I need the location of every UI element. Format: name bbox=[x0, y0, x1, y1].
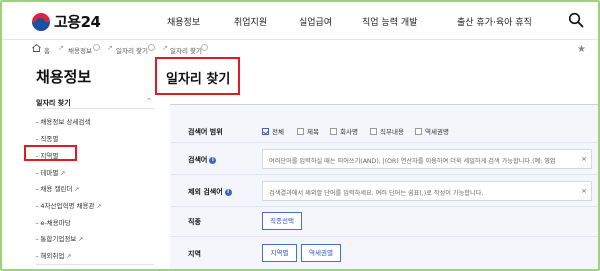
breadcrumb: 홈 ↗ 채용정보 ↗ 일자리 찾기 ↗ 일자리 찾기 bbox=[2, 40, 598, 58]
nav-item-unemployment[interactable]: 실업급여 bbox=[299, 15, 332, 28]
home-icon[interactable] bbox=[32, 44, 41, 52]
form-row-region: 지역 지역별 역세권별 bbox=[170, 237, 598, 269]
breadcrumb-home[interactable]: 홈 bbox=[44, 45, 50, 55]
sidebar-item-by-job[interactable]: - 직종별 bbox=[36, 133, 58, 143]
chevron-up-icon[interactable]: ⌃ bbox=[146, 97, 152, 105]
region-button[interactable]: 지역별 bbox=[262, 244, 297, 262]
external-link-icon: ↗ bbox=[74, 186, 80, 193]
checkbox-company[interactable]: 회사명 bbox=[330, 126, 358, 136]
search-icon[interactable] bbox=[568, 12, 584, 28]
checkbox-job-content[interactable]: 직무내용 bbox=[370, 126, 404, 136]
breadcrumb-dropdown-icon[interactable] bbox=[148, 44, 155, 51]
close-icon[interactable]: × bbox=[581, 187, 587, 195]
breadcrumb-job-search[interactable]: 일자리 찾기 bbox=[116, 45, 148, 55]
external-link-icon: ↗ bbox=[60, 170, 66, 177]
divider bbox=[36, 108, 154, 109]
form-row-job: 직종 직종선택 bbox=[170, 207, 598, 237]
sidebar-section-title[interactable]: 일자리 찾기 bbox=[36, 98, 71, 108]
checkbox-station[interactable]: 역세권명 bbox=[415, 126, 449, 136]
keyword-label: 검색어 i bbox=[188, 155, 217, 165]
form-row-keyword: 검색어 i 여러단어를 입력하실 때는 띄어쓰기(AND), |(OR) 연산자를… bbox=[170, 143, 598, 175]
sidebar-item-4th-industry[interactable]: - 4차산업혁명 채용관 ↗ bbox=[36, 200, 102, 210]
job-select-button[interactable]: 직종선택 bbox=[262, 212, 302, 230]
highlight-box-region bbox=[24, 145, 77, 161]
breadcrumb-current: 일자리 찾기 bbox=[170, 47, 202, 55]
site-header: 고용24 채용정보 취업지원 실업급여 직업 능력 개발 출산 휴가·육아 휴직 bbox=[2, 2, 598, 40]
external-link-icon: ↗ bbox=[78, 236, 84, 243]
form-row-scope: 검색어 범위 전체 제목 회사명 직무내용 역세권명 bbox=[170, 105, 598, 143]
form-row-exclude: 제외 검색어 i 검색결과에서 제외할 단어를 입력하세요. 여러 단어는 쉼표(… bbox=[170, 175, 598, 207]
scope-label: 검색어 범위 bbox=[188, 128, 223, 136]
checkbox-all[interactable]: 전체 bbox=[262, 126, 284, 136]
info-icon[interactable]: i bbox=[224, 188, 232, 196]
sidebar-item-calendar[interactable]: - 채용 캘린더 ↗ bbox=[36, 183, 79, 193]
sidebar-item-overseas[interactable]: - 해외취업 ↗ bbox=[36, 250, 71, 260]
sidebar-item-detail-search[interactable]: - 채용정보 상세검색 bbox=[36, 116, 90, 126]
nav-item-training[interactable]: 직업 능력 개발 bbox=[362, 15, 417, 28]
star-icon[interactable]: ★ bbox=[577, 44, 586, 55]
exclude-input[interactable]: 검색결과에서 제외할 단어를 입력하세요. 여러 단어는 쉼표(,)로 작성이 … bbox=[262, 181, 592, 201]
search-form: 검색어 범위 전체 제목 회사명 직무내용 역세권명 검색어 i 여러단어를 입력… bbox=[170, 104, 598, 269]
exclude-label: 제외 검색어 i bbox=[188, 187, 232, 197]
close-icon[interactable]: × bbox=[581, 155, 587, 163]
nav-item-job-support[interactable]: 취업지원 bbox=[234, 15, 267, 28]
sidebar-item-e-recruit[interactable]: - e-채용마당 bbox=[36, 217, 71, 227]
nav-item-recruit[interactable]: 채용정보 bbox=[167, 15, 200, 28]
site-logo[interactable]: 고용24 bbox=[32, 11, 101, 32]
external-link-icon: ↗ bbox=[96, 203, 102, 210]
logo-mark-icon bbox=[32, 12, 50, 31]
divider bbox=[36, 264, 154, 265]
region-label: 지역 bbox=[188, 250, 201, 258]
job-label: 직종 bbox=[188, 218, 201, 226]
nav-item-parental-leave[interactable]: 출산 휴가·육아 휴직 bbox=[457, 15, 532, 28]
checkbox-title[interactable]: 제목 bbox=[297, 126, 319, 136]
breadcrumb-dropdown-icon[interactable] bbox=[93, 44, 100, 51]
highlight-box-title bbox=[155, 57, 240, 95]
app-window: 고용24 채용정보 취업지원 실업급여 직업 능력 개발 출산 휴가·육아 휴직… bbox=[0, 0, 600, 271]
external-link-icon: ↗ bbox=[66, 253, 72, 260]
info-icon[interactable]: i bbox=[209, 156, 217, 164]
keyword-input[interactable]: 여러단어를 입력하실 때는 띄어쓰기(AND), |(OR) 연산자를 이용하여… bbox=[262, 149, 592, 169]
sidebar-title: 채용정보 bbox=[36, 68, 92, 86]
logo-text: 고용24 bbox=[54, 13, 101, 31]
breadcrumb-dropdown-icon[interactable] bbox=[201, 44, 208, 51]
sidebar-item-company-info[interactable]: - 통합기업정보 ↗ bbox=[36, 233, 83, 243]
sidebar-item-by-theme[interactable]: - 테마별 ↗ bbox=[36, 167, 65, 177]
station-button[interactable]: 역세권별 bbox=[301, 244, 341, 262]
breadcrumb-recruit[interactable]: 채용정보 bbox=[68, 45, 92, 55]
